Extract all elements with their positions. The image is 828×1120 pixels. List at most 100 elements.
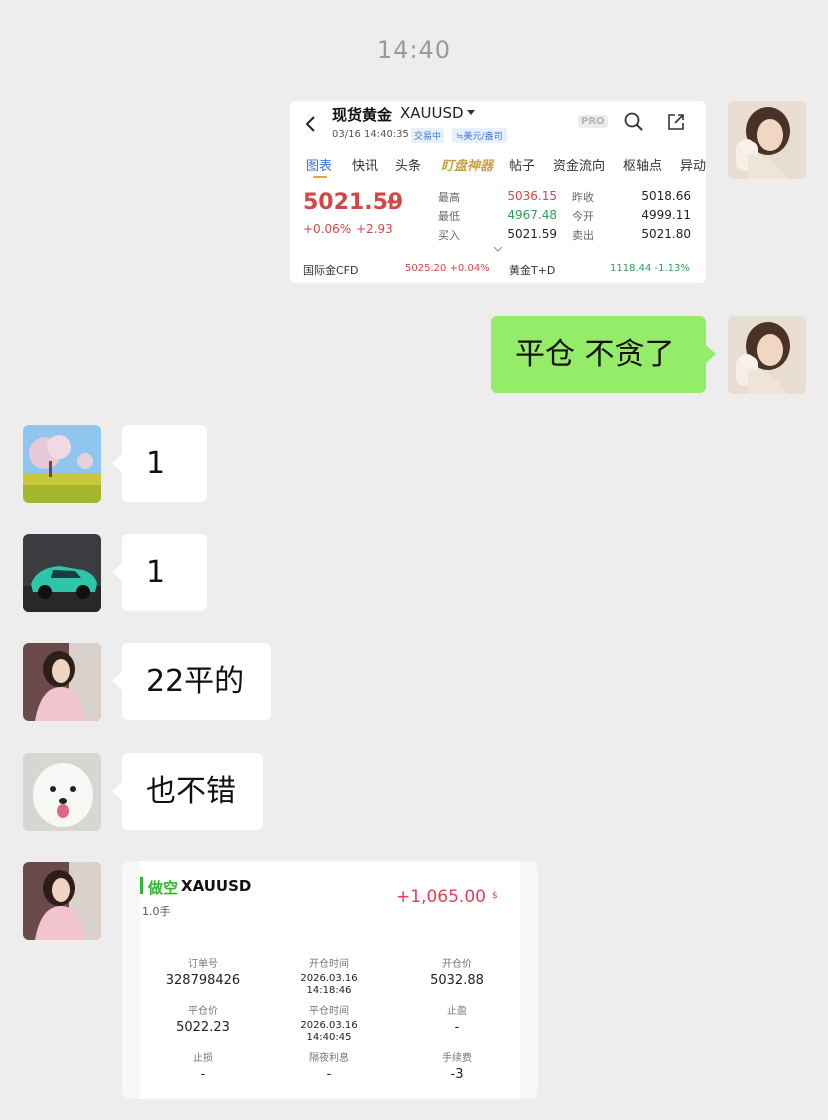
ask-value: 5021.80 xyxy=(641,227,691,241)
low-value: 4967.48 xyxy=(507,208,557,222)
tab-flash-news: 快讯 xyxy=(352,159,379,174)
member-message-bubble[interactable]: 1 xyxy=(122,534,207,611)
member-message-bubble[interactable]: 1 xyxy=(122,425,207,502)
order-id-field: 订单号 328798426 xyxy=(153,955,253,988)
swap-field: 隔夜利息 - xyxy=(279,1049,379,1082)
low-label: 最低 xyxy=(438,210,460,223)
member-message-bubble[interactable]: 22平的 xyxy=(122,643,271,720)
field-date: 2026.03.16 xyxy=(300,973,358,984)
field-time: 14:40:45 xyxy=(306,1032,352,1043)
tab-chart: 图表 xyxy=(306,159,333,174)
avatar[interactable] xyxy=(23,753,101,831)
bid-value: 5021.59 xyxy=(507,227,557,241)
bubble-tail xyxy=(112,563,122,581)
open-price-field: 开仓价 5032.88 xyxy=(407,955,507,988)
message-text: 1 xyxy=(146,445,166,481)
change-amount: +2.93 xyxy=(356,222,393,236)
field-label: 开仓时间 xyxy=(309,959,349,970)
change-percent: +0.06% xyxy=(303,222,352,236)
field-label: 手续费 xyxy=(442,1053,472,1064)
commission-field: 手续费 -3 xyxy=(407,1049,507,1082)
trade-side: 做空 xyxy=(148,879,179,897)
instrument-symbol: XAUUSD xyxy=(400,104,464,122)
message-text: 22平的 xyxy=(146,663,245,699)
field-label: 止损 xyxy=(193,1053,213,1064)
avatar[interactable] xyxy=(728,101,806,179)
message-text: 平仓 不贪了 xyxy=(515,336,675,372)
message-text: 也不错 xyxy=(146,773,236,809)
field-value: 5032.88 xyxy=(430,973,484,988)
field-value: - xyxy=(454,1020,460,1035)
tab-posts: 帖子 xyxy=(509,159,536,174)
trade-lots: 1.0手 xyxy=(142,905,171,918)
my-message-bubble[interactable]: 平仓 不贪了 xyxy=(491,316,706,393)
prev-close-value: 5018.66 xyxy=(641,189,691,203)
price-up-arrow-icon xyxy=(386,197,396,209)
field-label: 隔夜利息 xyxy=(309,1053,349,1064)
instrument-name: 现货黄金 xyxy=(332,106,393,124)
quote-datetime: 03/16 14:40:35 xyxy=(332,129,409,140)
trade-screenshot-message[interactable]: 做空 XAUUSD 1.0手 +1,065.00 $ 订单号 328798426… xyxy=(122,861,538,1099)
field-value: - xyxy=(326,1067,332,1082)
trade-summary-card: 做空 XAUUSD 1.0手 +1,065.00 $ 订单号 328798426… xyxy=(140,861,520,1099)
bubble-tail xyxy=(112,454,122,472)
avatar[interactable] xyxy=(728,316,806,394)
user-avatar-photo xyxy=(728,316,806,394)
open-time-field: 开仓时间 2026.03.16 14:18:46 xyxy=(279,955,379,997)
open-label: 今开 xyxy=(572,210,594,223)
tab-movements: 异动 xyxy=(680,159,706,174)
back-arrow-icon xyxy=(305,116,315,132)
pro-badge: PRO xyxy=(578,115,608,128)
trade-profit: +1,065.00 xyxy=(396,887,486,907)
car-avatar-photo xyxy=(23,534,101,612)
bubble-tail xyxy=(706,345,716,363)
cfd-label: 国际金CFD xyxy=(303,264,359,277)
close-time-field: 平仓时间 2026.03.16 14:40:45 xyxy=(279,1002,379,1044)
td-value: 1118.44 -1.13% xyxy=(610,263,690,274)
user-avatar-photo xyxy=(728,101,806,179)
close-price-field: 平仓价 5022.23 xyxy=(153,1002,253,1035)
field-label: 止盈 xyxy=(447,1006,467,1017)
avatar[interactable] xyxy=(23,534,101,612)
td-label: 黄金T+D xyxy=(509,264,556,277)
tab-capital-flow: 资金流向 xyxy=(553,159,606,174)
avatar[interactable] xyxy=(23,425,101,503)
user-avatar-photo xyxy=(23,643,101,721)
active-tab-indicator xyxy=(313,176,327,178)
field-value: -3 xyxy=(450,1067,464,1082)
cfd-value: 5025.20 +0.04% xyxy=(405,263,490,274)
trade-symbol: XAUUSD xyxy=(181,877,252,895)
caret-down-icon xyxy=(467,110,475,115)
trading-status-badge: 交易中 xyxy=(411,128,445,143)
currency-unit-badge: ≒美元/盎司 xyxy=(452,128,507,143)
field-label: 订单号 xyxy=(188,959,218,970)
take-profit-field: 止盈 - xyxy=(407,1002,507,1035)
prev-close-label: 昨收 xyxy=(572,191,594,204)
profit-currency-unit: $ xyxy=(492,891,498,901)
search-icon xyxy=(624,112,643,131)
tab-watch-tool: 盯盘神器 xyxy=(441,159,494,174)
stop-loss-field: 止损 - xyxy=(153,1049,253,1082)
field-label: 平仓时间 xyxy=(309,1006,349,1017)
market-quote-image-message[interactable]: 现货黄金 XAUUSD 03/16 14:40:35 交易中 ≒美元/盎司 PR… xyxy=(290,101,706,283)
share-icon xyxy=(668,114,684,130)
field-value: 5022.23 xyxy=(176,1020,230,1035)
field-time: 14:18:46 xyxy=(306,985,352,996)
member-message-bubble[interactable]: 也不错 xyxy=(122,753,263,830)
tab-pivot-points: 枢轴点 xyxy=(623,159,663,174)
dog-avatar-photo xyxy=(23,753,101,831)
ask-label: 卖出 xyxy=(572,229,594,242)
user-avatar-photo xyxy=(23,862,101,940)
bubble-tail xyxy=(112,672,122,690)
landscape-avatar-photo xyxy=(23,425,101,503)
side-indicator-bar xyxy=(140,877,143,894)
tab-headlines: 头条 xyxy=(395,159,422,174)
high-value: 5036.15 xyxy=(507,189,557,203)
bid-label: 买入 xyxy=(438,229,460,242)
open-value: 4999.11 xyxy=(641,208,691,222)
avatar[interactable] xyxy=(23,643,101,721)
high-label: 最高 xyxy=(438,191,460,204)
message-timestamp: 14:40 xyxy=(376,36,452,64)
quote-tabs: 图表 快讯 头条 盯盘神器 帖子 资金流向 枢轴点 异动 xyxy=(306,155,706,177)
avatar[interactable] xyxy=(23,862,101,940)
